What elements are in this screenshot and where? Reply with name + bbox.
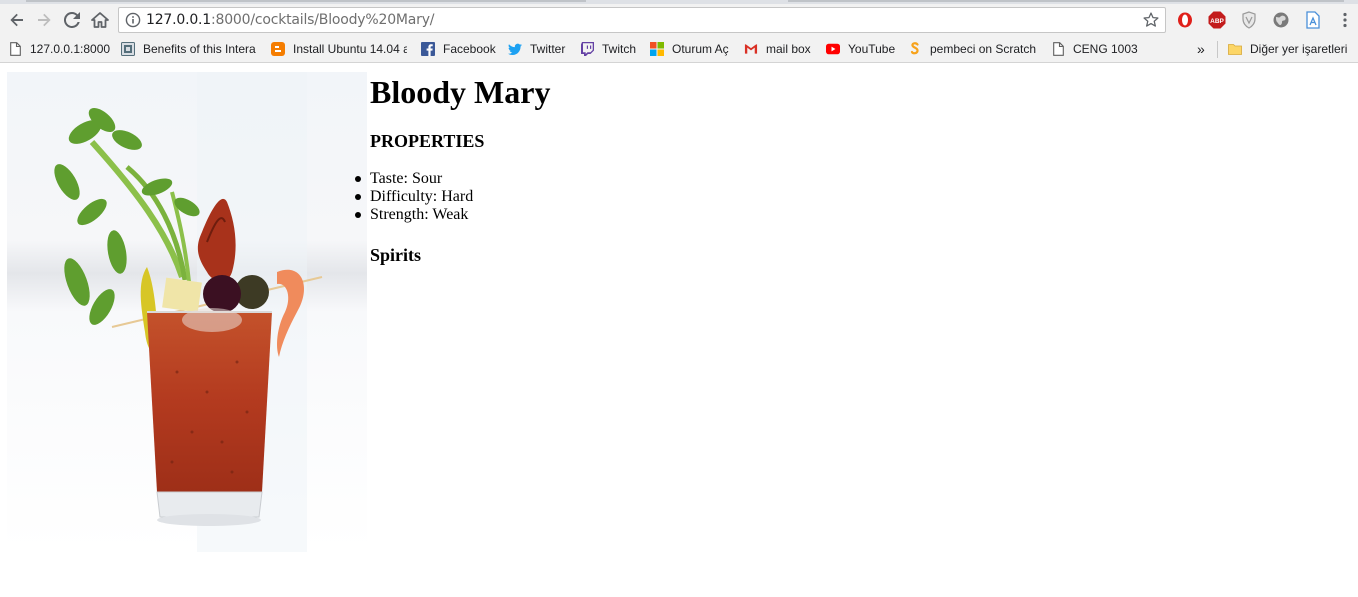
url-path: :8000/cocktails/Bloody%20Mary/ [211, 12, 435, 28]
bookmark-pembeci-scratch[interactable]: pembeci on Scratch [908, 40, 1042, 58]
page-icon [1051, 42, 1065, 56]
gmail-icon [744, 42, 758, 56]
facebook-icon [421, 42, 435, 56]
bookmarks-separator [1217, 41, 1218, 58]
active-tab-edge[interactable] [26, 0, 586, 2]
bookmark-star-icon[interactable] [1142, 11, 1160, 29]
url-host: 127.0.0.1 [146, 12, 211, 28]
bookmark-label: Install Ubuntu 14.04 a [293, 42, 407, 56]
url-text[interactable]: 127.0.0.1:8000/cocktails/Bloody%20Mary/ [146, 12, 435, 29]
info-icon[interactable] [125, 12, 141, 28]
cocktail-title: Bloody Mary [370, 74, 551, 110]
properties-list: Taste: Sour Difficulty: Hard Strength: W… [354, 170, 474, 224]
browser-toolbar: 127.0.0.1:8000/cocktails/Bloody%20Mary/ … [0, 4, 1358, 36]
globe-extension-button[interactable] [1272, 11, 1290, 29]
youtube-icon [826, 42, 840, 56]
bookmark-twitter[interactable]: Twitter [508, 40, 572, 58]
bookmark-twitch[interactable]: Twitch [580, 40, 642, 58]
background-tab-edge[interactable] [788, 0, 1344, 2]
bookmark-localhost[interactable]: 127.0.0.1:8000 [8, 40, 112, 58]
bookmarks-overflow-button[interactable]: » [1197, 40, 1211, 58]
back-button[interactable] [5, 8, 29, 32]
forward-button[interactable] [32, 8, 56, 32]
bookmark-label: mail box [766, 42, 811, 56]
bookmark-label: Oturum Aç [672, 42, 729, 56]
chevron-right-icon: » [1197, 41, 1205, 57]
properties-heading: PROPERTIES [370, 131, 485, 151]
home-button[interactable] [88, 8, 112, 32]
shield-icon [1242, 11, 1256, 29]
reload-button[interactable] [60, 8, 84, 32]
page-icon [8, 42, 22, 56]
page-content: Bloody Mary PROPERTIES Taste: Sour Diffi… [0, 64, 1358, 597]
opera-extension-button[interactable] [1176, 11, 1194, 29]
svg-text:ABP: ABP [1210, 18, 1224, 25]
blogger-icon [271, 42, 285, 56]
bookmark-benefits[interactable]: Benefits of this Intera [121, 40, 257, 58]
twitter-icon [508, 42, 522, 56]
address-bar[interactable]: 127.0.0.1:8000/cocktails/Bloody%20Mary/ [118, 7, 1166, 33]
bookmark-label: CENG 1003 [1073, 42, 1138, 56]
bookmark-install-ubuntu[interactable]: Install Ubuntu 14.04 a [271, 40, 407, 58]
scratch-icon [908, 42, 922, 56]
property-difficulty: Difficulty: Hard [354, 188, 474, 205]
bookmark-oturum-ac[interactable]: Oturum Aç [650, 40, 734, 58]
adblock-icon: ABP [1208, 11, 1226, 29]
property-strength: Strength: Weak [354, 206, 473, 224]
folder-icon [1228, 42, 1242, 56]
reload-icon [64, 12, 80, 28]
bookmark-label: YouTube [848, 42, 896, 56]
home-icon [91, 12, 109, 28]
twitch-icon [580, 42, 594, 56]
microsoft-icon [650, 42, 664, 56]
bookmark-label: Twitter [530, 42, 566, 56]
more-vert-icon [1343, 12, 1347, 28]
bookmark-label: Benefits of this Intera [143, 42, 256, 56]
property-taste: Taste: Sour [354, 170, 473, 188]
bookmark-label: Diğer yer işaretleri [1250, 42, 1348, 56]
chrome-menu-button[interactable] [1336, 11, 1354, 29]
spirits-heading: Spirits [370, 245, 422, 265]
bookmark-ceng-1003[interactable]: CENG 1003 [1051, 40, 1141, 58]
cocktail-image [7, 72, 367, 552]
adblock-extension-button[interactable]: ABP [1208, 11, 1226, 29]
translate-extension-button[interactable] [1304, 11, 1322, 29]
bookmark-label: Twitch [602, 42, 637, 56]
back-arrow-icon [10, 13, 23, 27]
opera-icon [1178, 12, 1192, 28]
bookmark-mail-box[interactable]: mail box [744, 40, 818, 58]
bookmark-label: 127.0.0.1:8000 [30, 42, 111, 56]
bookmark-label: pembeci on Scratch [930, 42, 1037, 56]
globe-icon [1273, 12, 1289, 28]
bookmark-youtube[interactable]: YouTube [826, 40, 902, 58]
site-icon [121, 42, 135, 56]
forward-arrow-icon [38, 13, 51, 27]
translate-icon [1306, 11, 1320, 29]
bookmark-facebook[interactable]: Facebook [421, 40, 501, 58]
other-bookmarks-folder[interactable]: Diğer yer işaretleri [1228, 40, 1354, 58]
bookmark-label: Facebook [443, 42, 496, 56]
shield-extension-button[interactable] [1240, 11, 1258, 29]
bookmarks-bar: 127.0.0.1:8000 Benefits of this Intera I… [0, 36, 1358, 63]
